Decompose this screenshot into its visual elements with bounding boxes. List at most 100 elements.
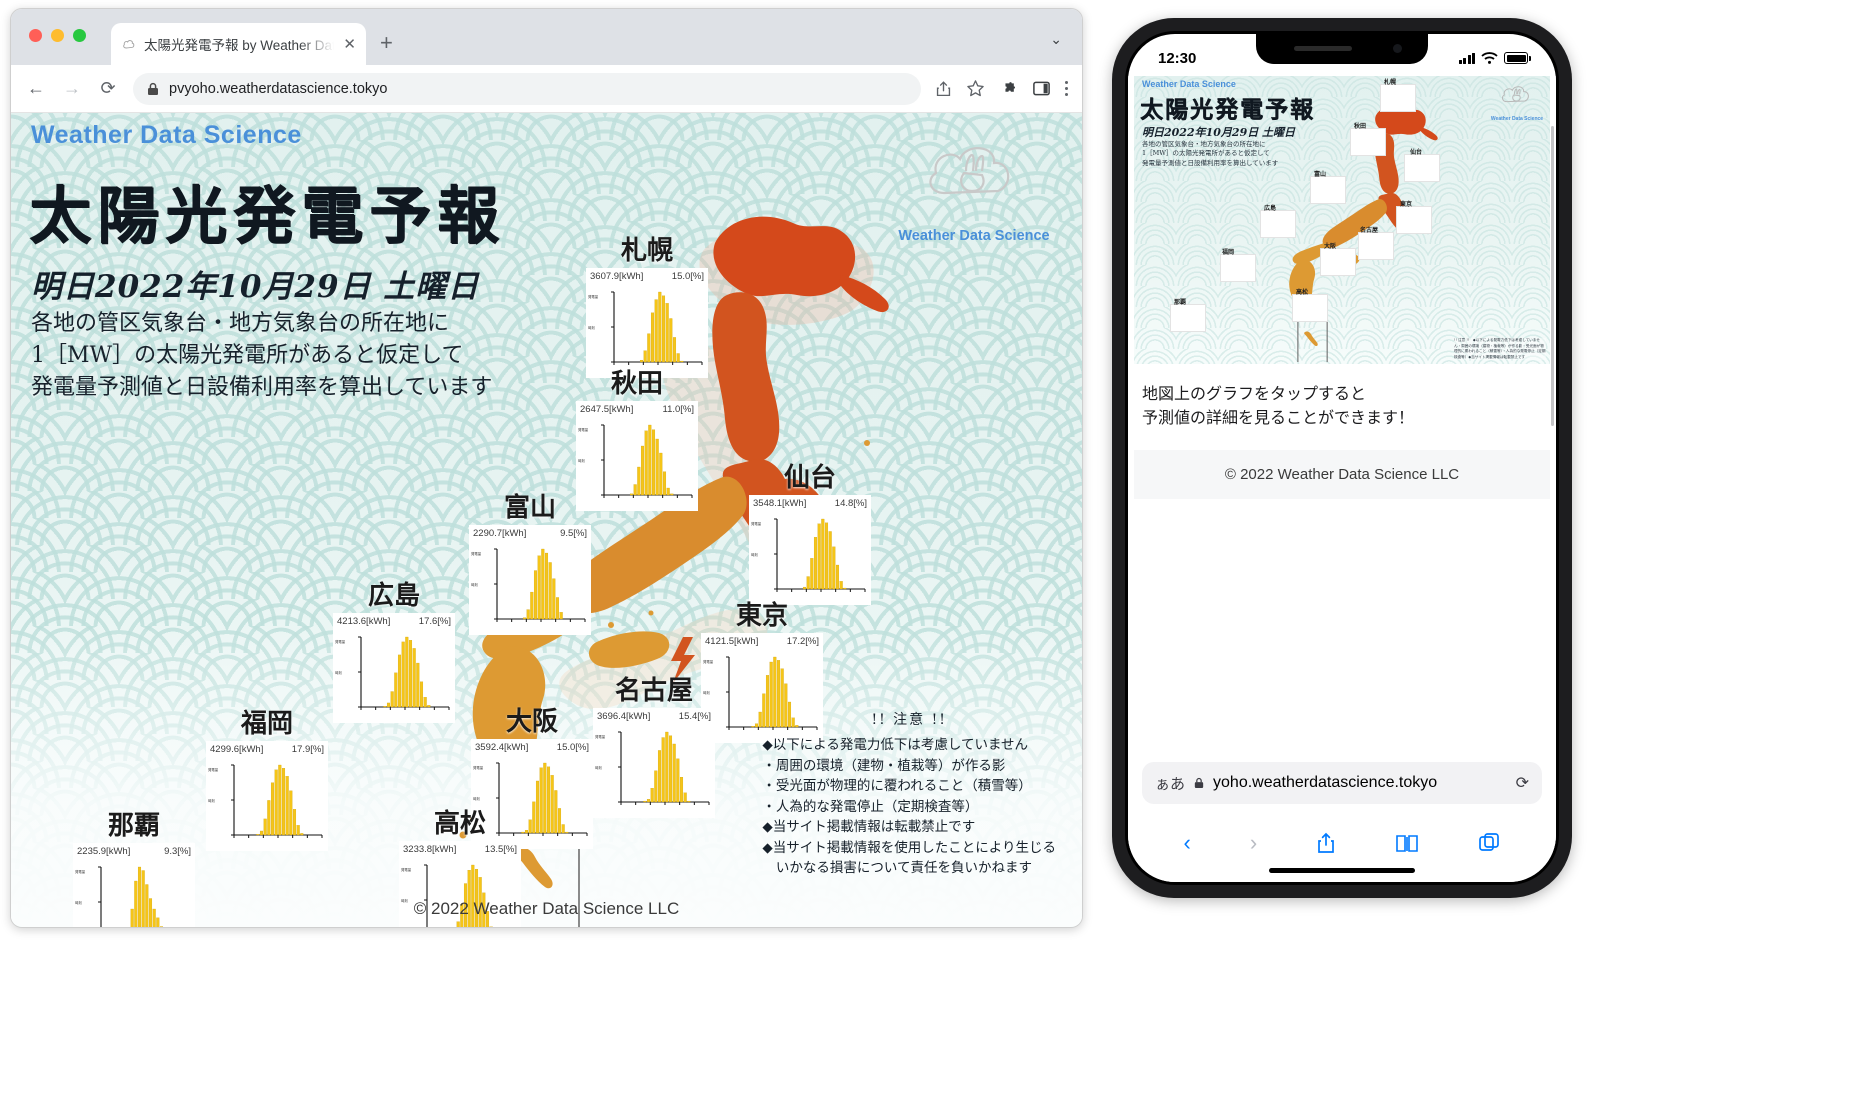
city-card-toyama[interactable]: 富山 2290.7[kWh] 9.5[%] 発電量 時刻 bbox=[469, 493, 591, 635]
tab-search-chevron-icon[interactable]: ⌄ bbox=[1050, 31, 1062, 48]
svg-text:発電量: 発電量 bbox=[471, 551, 482, 556]
forecast-chart-card[interactable]: 4299.6[kWh] 17.9[%] 発電量 時刻 bbox=[206, 741, 328, 851]
energy-value: 3548.1[kWh] bbox=[753, 498, 807, 509]
forecast-chart-card[interactable]: 3592.4[kWh] 15.0[%] 発電量 時刻 bbox=[471, 739, 593, 849]
svg-text:時刻: 時刻 bbox=[471, 582, 478, 587]
energy-value: 4213.6[kWh] bbox=[337, 616, 391, 627]
rate-value: 17.2[%] bbox=[786, 636, 819, 647]
safari-tabs-icon[interactable] bbox=[1478, 832, 1500, 854]
mobile-city-name: 富山 bbox=[1314, 171, 1327, 178]
page-scrollbar[interactable] bbox=[1551, 126, 1554, 426]
mobile-city-name: 那覇 bbox=[1174, 299, 1187, 306]
energy-value: 3696.4[kWh] bbox=[597, 711, 651, 722]
cloud-rabbit-logo-icon bbox=[1501, 86, 1529, 103]
close-window-button[interactable] bbox=[29, 29, 42, 42]
mobile-city-card-sendai[interactable] bbox=[1404, 154, 1440, 182]
forecast-chart-card[interactable]: 2290.7[kWh] 9.5[%] 発電量 時刻 bbox=[469, 525, 591, 635]
mobile-city-name: 東京 bbox=[1400, 201, 1413, 208]
close-tab-button[interactable]: ✕ bbox=[341, 35, 356, 53]
text-size-button[interactable]: ぁあ bbox=[1155, 773, 1185, 794]
rate-value: 15.4[%] bbox=[678, 711, 711, 722]
mobile-city-card-sapporo[interactable] bbox=[1380, 84, 1416, 112]
safari-forward-icon[interactable]: › bbox=[1250, 830, 1257, 856]
battery-icon bbox=[1504, 52, 1531, 64]
forecast-chart-card[interactable]: 2647.5[kWh] 11.0[%] 発電量 時刻 bbox=[576, 401, 698, 511]
forecast-chart-card[interactable]: 3607.9[kWh] 15.0[%] 発電量 時刻 bbox=[586, 268, 708, 378]
svg-text:時刻: 時刻 bbox=[578, 458, 585, 463]
bookmark-star-icon[interactable] bbox=[966, 79, 985, 98]
window-controls[interactable] bbox=[29, 29, 86, 42]
energy-value: 2290.7[kWh] bbox=[473, 528, 527, 539]
safari-url-field[interactable]: ぁあ yoho.weatherdatascience.tokyo ⟳ bbox=[1142, 762, 1542, 804]
mobile-city-card-akita[interactable] bbox=[1350, 128, 1386, 156]
site-brand: Weather Data Science bbox=[31, 121, 302, 149]
safari-address-bar[interactable]: ぁあ yoho.weatherdatascience.tokyo ⟳ bbox=[1128, 762, 1556, 804]
forecast-chart-card[interactable]: 4213.6[kWh] 17.6[%] 発電量 時刻 bbox=[333, 613, 455, 723]
city-card-nagoya[interactable]: 名古屋 3696.4[kWh] 15.4[%] 発電量 時刻 bbox=[593, 676, 715, 818]
svg-text:発電量: 発電量 bbox=[401, 867, 412, 872]
new-tab-button[interactable]: + bbox=[380, 32, 393, 54]
phone-notch bbox=[1256, 34, 1428, 64]
mobile-city-card-hiroshima[interactable] bbox=[1260, 210, 1296, 238]
energy-value: 3233.8[kWh] bbox=[403, 844, 457, 855]
safari-toolbar: ‹ › bbox=[1128, 830, 1556, 856]
city-card-hiroshima[interactable]: 広島 4213.6[kWh] 17.6[%] 発電量 時刻 bbox=[333, 581, 455, 723]
rate-value: 17.9[%] bbox=[291, 744, 324, 755]
rate-value: 15.0[%] bbox=[671, 271, 704, 282]
minimize-window-button[interactable] bbox=[51, 29, 64, 42]
mobile-city-card-tokyo[interactable] bbox=[1396, 206, 1432, 234]
svg-text:発電量: 発電量 bbox=[703, 659, 714, 664]
safari-bookmarks-book-icon[interactable] bbox=[1395, 833, 1419, 853]
share-icon[interactable] bbox=[935, 80, 952, 98]
tap-info-line: 予測値の詳細を見ることができます！ bbox=[1142, 408, 1415, 427]
mobile-city-card-takamatsu[interactable] bbox=[1292, 294, 1328, 322]
mobile-city-name: 仙台 bbox=[1410, 149, 1423, 156]
forecast-chart-card[interactable]: 3696.4[kWh] 15.4[%] 発電量 時刻 bbox=[593, 708, 715, 818]
bar-chart: 発電量時刻 bbox=[595, 731, 710, 805]
maximize-window-button[interactable] bbox=[73, 29, 86, 42]
bar-chart: 発電量時刻 bbox=[578, 424, 693, 498]
extensions-puzzle-icon[interactable] bbox=[999, 79, 1018, 98]
city-name: 広島 bbox=[367, 581, 421, 611]
region-hokkaido bbox=[713, 216, 856, 297]
lock-icon bbox=[1194, 777, 1204, 788]
mobile-city-card-naha[interactable] bbox=[1170, 304, 1206, 332]
side-panel-icon[interactable] bbox=[1032, 79, 1051, 98]
browser-tab[interactable]: 太陽光発電予報 by Weather Data ✕ bbox=[111, 23, 366, 65]
svg-text:発電量: 発電量 bbox=[473, 765, 484, 770]
mobile-disclaimer-note: !! 注意 !! ◆以下による発電力低下は考慮していません・周囲の環境（建物・植… bbox=[1454, 338, 1546, 360]
back-button[interactable]: ← bbox=[25, 78, 47, 99]
address-bar[interactable]: pvyoho.weatherdatascience.tokyo bbox=[133, 72, 921, 105]
disclaimer-notes: !! 注意 !! ◆以下による発電力低下は考慮していません ・周囲の環境（建物・… bbox=[762, 710, 1056, 879]
note-line: ・周囲の環境（建物・植栽等）が作る影 bbox=[762, 757, 1006, 774]
browser-menu-icon[interactable] bbox=[1064, 80, 1068, 97]
safari-share-icon[interactable] bbox=[1316, 832, 1336, 854]
front-camera bbox=[1393, 44, 1402, 53]
svg-text:時刻: 時刻 bbox=[595, 765, 602, 770]
svg-text:時刻: 時刻 bbox=[335, 670, 342, 675]
energy-value: 4299.6[kWh] bbox=[210, 744, 264, 755]
reload-button[interactable]: ⟳ bbox=[97, 78, 119, 99]
mobile-city-card-toyama[interactable] bbox=[1310, 176, 1346, 204]
city-card-fukuoka[interactable]: 福岡 4299.6[kWh] 17.9[%] 発電量 時刻 bbox=[206, 709, 328, 851]
mobile-city-card-osaka[interactable] bbox=[1320, 248, 1356, 276]
city-card-sendai[interactable]: 仙台 3548.1[kWh] 14.8[%] 発電量 時刻 bbox=[749, 463, 871, 605]
svg-text:時刻: 時刻 bbox=[588, 325, 595, 330]
city-card-osaka[interactable]: 大阪 3592.4[kWh] 15.0[%] 発電量 時刻 bbox=[471, 707, 593, 849]
city-name: 秋田 bbox=[610, 369, 664, 399]
city-name: 那覇 bbox=[107, 811, 161, 841]
forward-button[interactable]: → bbox=[61, 78, 83, 99]
city-card-akita[interactable]: 秋田 2647.5[kWh] 11.0[%] 発電量 時刻 bbox=[576, 369, 698, 511]
mobile-city-card-fukuoka[interactable] bbox=[1220, 254, 1256, 282]
safari-back-icon[interactable]: ‹ bbox=[1184, 830, 1191, 856]
city-card-sapporo[interactable]: 札幌 3607.9[kWh] 15.0[%] 発電量 時刻 bbox=[586, 236, 708, 378]
svg-text:時刻: 時刻 bbox=[208, 798, 215, 803]
safari-reload-icon[interactable]: ⟳ bbox=[1516, 773, 1529, 793]
svg-text:時刻: 時刻 bbox=[703, 690, 710, 695]
mobile-hero-image[interactable]: Weather Data Science 太陽光発電予報 明日2022年10月2… bbox=[1134, 76, 1550, 364]
energy-value: 2647.5[kWh] bbox=[580, 404, 634, 415]
mobile-city-card-nagoya[interactable] bbox=[1358, 232, 1394, 260]
speaker-grille bbox=[1294, 46, 1352, 51]
forecast-chart-card[interactable]: 3548.1[kWh] 14.8[%] 発電量 時刻 bbox=[749, 495, 871, 605]
mobile-city-name: 名古屋 bbox=[1360, 227, 1379, 234]
